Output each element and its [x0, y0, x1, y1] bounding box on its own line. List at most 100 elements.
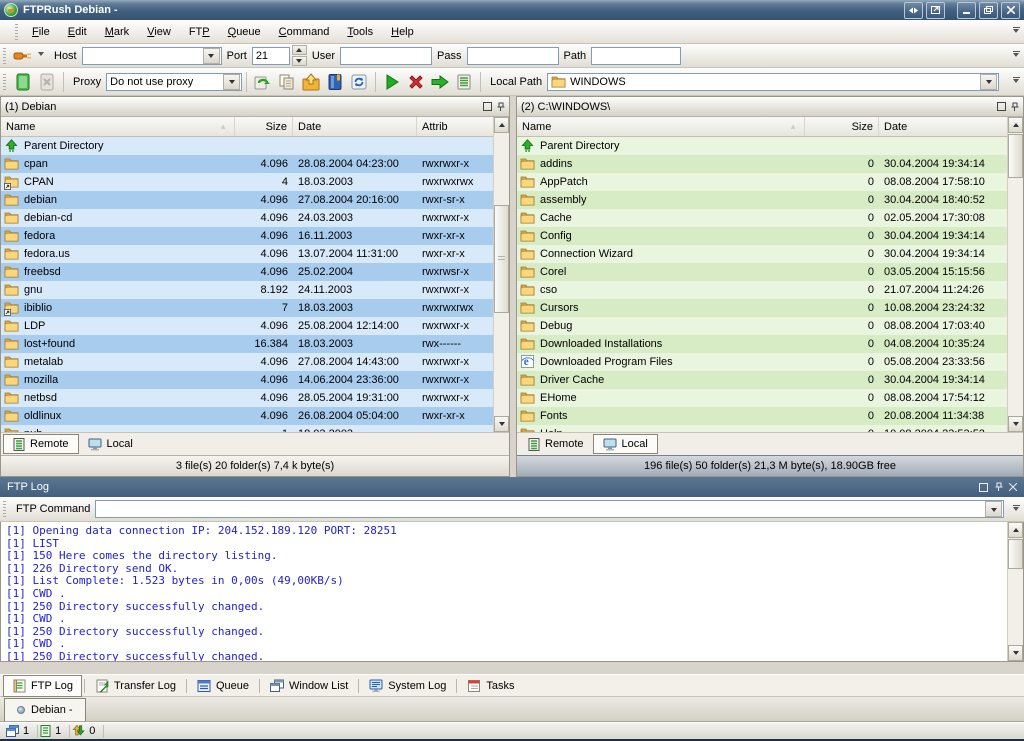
- file-row[interactable]: Connection Wizard 0 30.04.2004 19:34:14: [517, 245, 1007, 263]
- pin-icon[interactable]: [496, 102, 505, 112]
- file-row[interactable]: debian 4.096 27.08.2004 20:16:00 rwxr-sr-x: [1, 191, 493, 209]
- scroll-up-icon[interactable]: [1008, 522, 1023, 538]
- file-row[interactable]: CPAN 4 18.03.2003 rwxrwxrwx: [1, 173, 493, 191]
- tab-local[interactable]: Local: [79, 434, 142, 454]
- file-row[interactable]: Parent Directory: [1, 137, 493, 155]
- file-row[interactable]: AppPatch 0 08.08.2004 17:58:10: [517, 173, 1007, 191]
- file-row[interactable]: fedora 4.096 16.11.2003 rwxr-xr-x: [1, 227, 493, 245]
- close-button[interactable]: [1001, 1, 1020, 19]
- file-row[interactable]: oldlinux 4.096 26.08.2004 05:04:00 rwxr-xr-…: [1, 407, 493, 425]
- local-path-combobox[interactable]: WINDOWS: [547, 72, 1000, 91]
- detach-window-button[interactable]: [926, 1, 945, 19]
- file-row[interactable]: ibiblio 7 18.03.2003 rwxrwxrwx: [1, 299, 493, 317]
- log-vertical-scrollbar[interactable]: [1007, 522, 1023, 661]
- file-row[interactable]: addins 0 30.04.2004 19:34:14: [517, 155, 1007, 173]
- file-row[interactable]: cpan 4.096 28.08.2004 04:23:00 rwxrwxr-x: [1, 155, 493, 173]
- tab-remote[interactable]: Remote: [519, 434, 593, 454]
- file-row[interactable]: assembly 0 30.04.2004 18:40:52: [517, 191, 1007, 209]
- column-attrib[interactable]: Attrib: [417, 117, 493, 136]
- pin-icon[interactable]: [1010, 102, 1019, 112]
- maximize-pane-icon[interactable]: [997, 102, 1006, 111]
- abort-icon[interactable]: [404, 71, 428, 93]
- column-name[interactable]: Name ▲: [517, 117, 805, 136]
- tab-remote[interactable]: Remote: [3, 434, 79, 454]
- column-date[interactable]: Date: [879, 117, 1007, 136]
- menu-queue[interactable]: Queue: [219, 22, 270, 42]
- disconnect-icon[interactable]: [35, 71, 59, 93]
- file-row[interactable]: mozilla 4.096 14.06.2004 23:36:00 rwxrwxr-x: [1, 371, 493, 389]
- menu-overflow-button[interactable]: [1010, 23, 1022, 41]
- file-row[interactable]: Cache 0 02.05.2004 17:30:08: [517, 209, 1007, 227]
- menu-ftp[interactable]: FTP: [180, 22, 219, 42]
- pane-arrows-button[interactable]: [904, 1, 923, 19]
- connect-icon[interactable]: [11, 45, 35, 67]
- file-row[interactable]: Help010.08.2004 23:53:52: [517, 425, 1007, 432]
- dock-tab-system-log[interactable]: System Log: [361, 676, 454, 696]
- chevron-down-icon[interactable]: [980, 73, 998, 90]
- dock-tab-window-list[interactable]: Window List: [262, 676, 356, 696]
- menu-help[interactable]: Help: [382, 22, 423, 42]
- file-row[interactable]: Debug 0 08.08.2004 17:03:40: [517, 317, 1007, 335]
- scroll-up-icon[interactable]: [1008, 117, 1023, 133]
- scrollbar-thumb[interactable]: [494, 205, 509, 313]
- menu-edit[interactable]: Edit: [59, 22, 96, 42]
- dock-tab-ftp-log[interactable]: FTP Log: [3, 674, 82, 697]
- file-row[interactable]: netbsd 4.096 28.05.2004 19:31:00 rwxrwxr-x: [1, 389, 493, 407]
- path-input[interactable]: [591, 46, 682, 65]
- file-row[interactable]: metalab 4.096 27.08.2004 14:43:00 rwxrwxr-x: [1, 353, 493, 371]
- port-input[interactable]: 21: [251, 46, 290, 65]
- file-row[interactable]: lost+found 16.384 18.03.2003 rwx------: [1, 335, 493, 353]
- chevron-down-icon[interactable]: [202, 47, 220, 64]
- maximize-pane-icon[interactable]: [979, 482, 988, 492]
- file-row[interactable]: fedora.us 4.096 13.07.2004 11:31:00 rwxr-xr…: [1, 245, 493, 263]
- ftp-command-combobox[interactable]: [95, 500, 1004, 518]
- file-row[interactable]: pub118.03.2003: [1, 425, 493, 432]
- toolbar-overflow-button[interactable]: [1010, 500, 1022, 518]
- file-row[interactable]: freebsd 4.096 25.02.2004 rwxrwsr-x: [1, 263, 493, 281]
- connect-dropdown-icon[interactable]: [35, 47, 47, 65]
- file-row[interactable]: Driver Cache 0 30.04.2004 19:34:14: [517, 371, 1007, 389]
- scrollbar-thumb[interactable]: [1008, 539, 1023, 569]
- menu-tools[interactable]: Tools: [338, 22, 382, 42]
- column-name[interactable]: Name ▲: [1, 117, 235, 136]
- file-row[interactable]: Downloaded Installations 0 04.08.2004 10:3…: [517, 335, 1007, 353]
- ftp-log-header[interactable]: FTP Log: [0, 477, 1024, 497]
- chevron-down-icon[interactable]: [223, 73, 241, 90]
- file-row[interactable]: gnu 8.192 24.11.2003 rwxrwxr-x: [1, 281, 493, 299]
- tab-local[interactable]: Local: [592, 434, 658, 454]
- toolbar-overflow-button[interactable]: [1010, 47, 1022, 65]
- column-size[interactable]: Size: [805, 117, 879, 136]
- scroll-down-icon[interactable]: [494, 416, 509, 432]
- chevron-down-icon[interactable]: [985, 501, 1002, 517]
- file-row[interactable]: debian-cd 4.096 24.03.2003 rwxrwxr-x: [1, 209, 493, 227]
- session-tab-debian[interactable]: Debian -: [4, 698, 86, 721]
- start-icon[interactable]: [380, 71, 404, 93]
- menu-file[interactable]: File: [23, 22, 59, 42]
- remote-vertical-scrollbar[interactable]: [493, 117, 509, 432]
- copy-icon[interactable]: [275, 71, 299, 93]
- file-row[interactable]: Parent Directory: [517, 137, 1007, 155]
- scroll-up-icon[interactable]: [494, 117, 509, 133]
- proxy-combobox[interactable]: Do not use proxy: [106, 72, 243, 91]
- upload-icon[interactable]: [299, 71, 323, 93]
- close-pane-icon[interactable]: [1009, 483, 1017, 491]
- spin-up-icon[interactable]: [291, 44, 307, 55]
- remote-panel-header[interactable]: (1) Debian: [1, 97, 509, 117]
- minimize-button[interactable]: [957, 1, 976, 19]
- refresh-icon[interactable]: [347, 71, 371, 93]
- dock-tab-queue[interactable]: Queue: [189, 676, 257, 696]
- file-row[interactable]: cso 0 21.07.2004 11:24:26: [517, 281, 1007, 299]
- local-vertical-scrollbar[interactable]: [1007, 117, 1023, 432]
- local-panel-header[interactable]: (2) C:\WINDOWS\: [517, 97, 1023, 117]
- port-stepper[interactable]: [291, 44, 307, 67]
- file-row[interactable]: Fonts 0 20.08.2004 11:34:38: [517, 407, 1007, 425]
- dock-tab-transfer-log[interactable]: Transfer Log: [87, 676, 184, 696]
- scrollbar-thumb[interactable]: [1008, 134, 1023, 178]
- file-row[interactable]: EHome 0 08.08.2004 17:54:12: [517, 389, 1007, 407]
- site-to-site-icon[interactable]: [251, 71, 275, 93]
- column-date[interactable]: Date: [293, 117, 417, 136]
- pass-input[interactable]: [466, 46, 559, 65]
- file-row[interactable]: Corel 0 03.05.2004 15:15:56: [517, 263, 1007, 281]
- maximize-button[interactable]: [979, 1, 998, 19]
- user-input[interactable]: [340, 46, 433, 65]
